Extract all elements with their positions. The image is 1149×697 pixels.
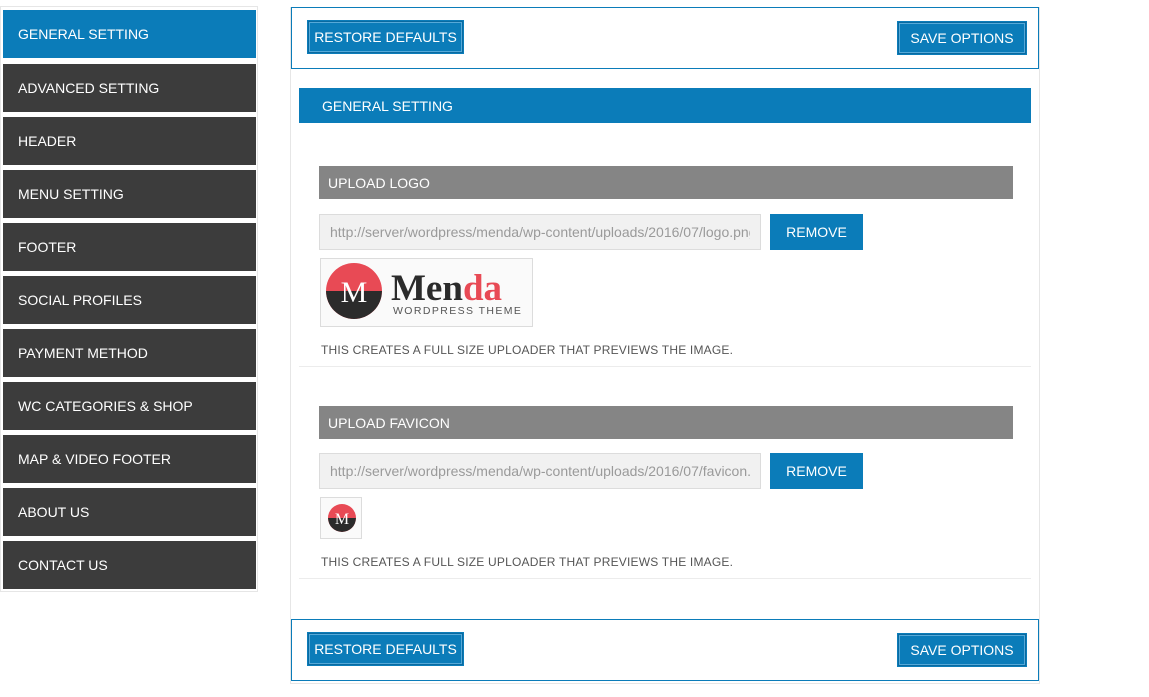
favicon-preview: M	[320, 497, 362, 539]
restore-defaults-button-bottom[interactable]: RESTORE DEFAULTS	[308, 633, 463, 665]
logo-url-input[interactable]	[319, 214, 761, 250]
sidebar-item-header[interactable]: HEADER	[3, 117, 256, 165]
remove-logo-button[interactable]: REMOVE	[770, 214, 863, 250]
sidebar-item-about-us[interactable]: ABOUT US	[3, 488, 256, 536]
sidebar-item-footer[interactable]: FOOTER	[3, 223, 256, 271]
sidebar-item-label: CONTACT US	[18, 557, 108, 573]
sidebar-item-label: PAYMENT METHOD	[18, 345, 148, 361]
logo-wordmark-end: da	[463, 268, 502, 309]
save-options-label: SAVE OPTIONS	[910, 642, 1014, 658]
logo-wordmark-start: Men	[391, 268, 463, 309]
sidebar-item-general-setting[interactable]: GENERAL SETTING	[3, 10, 256, 58]
sidebar-item-menu-setting[interactable]: MENU SETTING	[3, 170, 256, 218]
logo-preview: M Menda WORDPRESS THEME	[320, 258, 533, 327]
divider	[299, 578, 1031, 579]
divider	[299, 366, 1031, 367]
menda-logo-image: M Menda WORDPRESS THEME	[326, 263, 522, 319]
sidebar-item-map-video-footer[interactable]: MAP & VIDEO FOOTER	[3, 435, 256, 483]
sidebar-item-label: ADVANCED SETTING	[18, 80, 160, 96]
logo-tagline: WORDPRESS THEME	[393, 305, 522, 317]
logo-monogram: M	[341, 276, 368, 309]
sidebar-item-label: MAP & VIDEO FOOTER	[18, 451, 171, 467]
sidebar-item-wc-categories-shop[interactable]: WC CATEGORIES & SHOP	[3, 382, 256, 430]
sidebar-item-label: WC CATEGORIES & SHOP	[18, 398, 193, 414]
sidebar-item-label: MENU SETTING	[18, 186, 124, 202]
save-options-label: SAVE OPTIONS	[910, 30, 1014, 46]
sidebar-item-label: FOOTER	[18, 239, 77, 255]
remove-logo-label: REMOVE	[786, 224, 847, 240]
restore-defaults-label: RESTORE DEFAULTS	[314, 29, 457, 45]
sidebar-item-label: GENERAL SETTING	[18, 26, 149, 42]
sidebar-item-advanced-setting[interactable]: ADVANCED SETTING	[3, 64, 256, 112]
logo-wordmark: Menda	[391, 268, 502, 309]
menda-favicon-image: M	[328, 504, 356, 532]
sidebar: GENERAL SETTING ADVANCED SETTING HEADER …	[0, 6, 258, 592]
remove-favicon-button[interactable]: REMOVE	[770, 453, 863, 489]
upload-favicon-heading: UPLOAD FAVICON	[319, 406, 1013, 439]
sidebar-item-label: SOCIAL PROFILES	[18, 292, 142, 308]
section-title-text: GENERAL SETTING	[322, 97, 453, 114]
sidebar-item-label: ABOUT US	[18, 504, 90, 520]
remove-favicon-label: REMOVE	[786, 463, 847, 479]
save-options-button-bottom[interactable]: SAVE OPTIONS	[898, 634, 1026, 666]
sidebar-item-social-profiles[interactable]: SOCIAL PROFILES	[3, 276, 256, 324]
sidebar-item-contact-us[interactable]: CONTACT US	[3, 541, 256, 589]
upload-favicon-heading-text: UPLOAD FAVICON	[328, 414, 450, 431]
upload-logo-heading-text: UPLOAD LOGO	[328, 174, 430, 191]
save-options-button-top[interactable]: SAVE OPTIONS	[898, 22, 1026, 54]
favicon-monogram: M	[335, 511, 349, 528]
sidebar-item-label: HEADER	[18, 133, 77, 149]
logo-description: THIS CREATES A FULL SIZE UPLOADER THAT P…	[321, 343, 734, 357]
favicon-description: THIS CREATES A FULL SIZE UPLOADER THAT P…	[321, 555, 734, 569]
restore-defaults-button-top[interactable]: RESTORE DEFAULTS	[308, 21, 463, 53]
restore-defaults-label: RESTORE DEFAULTS	[314, 641, 457, 657]
favicon-url-input[interactable]	[319, 453, 761, 489]
upload-logo-heading: UPLOAD LOGO	[319, 166, 1013, 199]
sidebar-item-payment-method[interactable]: PAYMENT METHOD	[3, 329, 256, 377]
section-title: GENERAL SETTING	[299, 88, 1031, 123]
